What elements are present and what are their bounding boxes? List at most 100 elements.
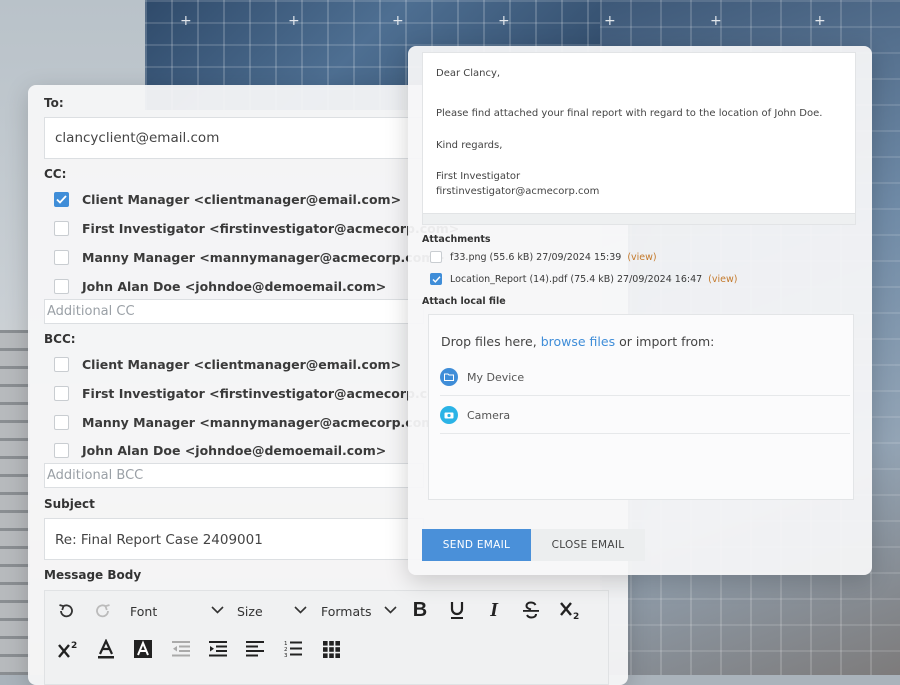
message-body-label: Message Body: [44, 568, 142, 582]
checkbox-icon[interactable]: [54, 220, 69, 236]
drop-text-prefix: Drop files here,: [441, 334, 541, 349]
signature-email: firstinvestigator@acmecorp.com: [436, 186, 600, 197]
close-email-button[interactable]: CLOSE EMAIL: [531, 529, 645, 561]
cc-recipient-label: Client Manager <clientmanager@email.com>: [82, 191, 402, 207]
source-camera[interactable]: Camera: [440, 397, 850, 434]
bcc-recipient-label: Client Manager <clientmanager@email.com>: [82, 356, 402, 372]
underline-icon[interactable]: [445, 597, 469, 623]
decor-plus-icon: +: [604, 13, 616, 29]
decor-plus-icon: +: [814, 13, 826, 29]
text-color-icon[interactable]: [94, 636, 118, 662]
attachment-row[interactable]: Location_Report (14).pdf (75.4 kB) 27/09…: [430, 273, 737, 285]
cc-recipient-row[interactable]: First Investigator <firstinvestigator@ac…: [54, 218, 459, 238]
background-building-left: [0, 330, 30, 675]
svg-text:2: 2: [71, 641, 77, 651]
bcc-recipient-label: Manny Manager <mannymanager@acmecorp.com…: [82, 414, 445, 430]
checkbox-icon[interactable]: [54, 249, 69, 265]
outdent-icon[interactable]: [169, 636, 193, 662]
svg-text:2: 2: [573, 612, 579, 621]
chevron-down-icon[interactable]: [381, 601, 399, 619]
source-label: Camera: [467, 408, 511, 422]
subject-input[interactable]: Re: Final Report Case 2409001: [44, 518, 424, 560]
checkbox-icon[interactable]: [54, 385, 69, 401]
drop-text-suffix: or import from:: [615, 334, 715, 349]
bcc-recipient-row[interactable]: First Investigator <firstinvestigator@ac…: [54, 383, 459, 403]
message-line: Please find attached your final report w…: [436, 108, 823, 119]
decor-plus-icon: +: [180, 13, 192, 29]
subject-label: Subject: [44, 497, 95, 511]
checkbox-icon[interactable]: [54, 442, 69, 458]
cc-recipient-label: First Investigator <firstinvestigator@ac…: [82, 220, 460, 236]
cc-label: CC:: [44, 167, 67, 181]
attachment-view-link[interactable]: (view): [708, 274, 737, 285]
redo-icon[interactable]: [92, 600, 114, 622]
message-body-editor[interactable]: Dear Clancy, Please find attached your f…: [422, 52, 856, 214]
file-drop-zone[interactable]: Drop files here, browse files or import …: [428, 314, 854, 500]
additional-bcc-placeholder: Additional BCC: [47, 468, 144, 483]
strikethrough-icon[interactable]: [519, 597, 543, 623]
additional-cc-placeholder: Additional CC: [47, 304, 135, 319]
browse-files-link[interactable]: browse files: [541, 334, 615, 349]
bcc-recipient-label: John Alan Doe <johndoe@demoemail.com>: [82, 442, 387, 458]
bcc-recipient-label: First Investigator <firstinvestigator@ac…: [82, 385, 460, 401]
source-my-device[interactable]: My Device: [440, 359, 850, 396]
cc-recipient-row[interactable]: Manny Manager <mannymanager@acmecorp.com…: [54, 247, 445, 267]
decor-plus-icon: +: [498, 13, 510, 29]
indent-icon[interactable]: [206, 636, 230, 662]
font-dropdown-label[interactable]: Font: [130, 604, 157, 619]
decor-plus-icon: +: [288, 13, 300, 29]
numbered-list-icon[interactable]: 123: [281, 636, 305, 662]
decor-plus-icon: +: [392, 13, 404, 29]
checkbox-icon[interactable]: [54, 278, 69, 294]
to-label: To:: [44, 96, 64, 110]
bcc-recipient-row[interactable]: Manny Manager <mannymanager@acmecorp.com…: [54, 412, 445, 432]
checkbox-checked-icon[interactable]: [54, 191, 69, 207]
bcc-recipient-row[interactable]: John Alan Doe <johndoe@demoemail.com>: [54, 440, 386, 460]
cc-recipient-row[interactable]: John Alan Doe <johndoe@demoemail.com>: [54, 276, 386, 296]
signature-name: First Investigator: [436, 171, 521, 182]
svg-text:3: 3: [284, 653, 288, 658]
attachment-name: Location_Report (14).pdf (75.4 kB) 27/09…: [450, 273, 703, 285]
attachment-view-link[interactable]: (view): [627, 252, 656, 263]
attachment-name: f33.png (55.6 kB) 27/09/2024 15:39: [450, 251, 622, 263]
editor-toolbar: Font Size Formats B I 2 2 1 2 3: [44, 590, 609, 685]
subscript-icon[interactable]: 2: [557, 597, 585, 623]
send-email-button[interactable]: SEND EMAIL: [422, 529, 531, 561]
chevron-down-icon[interactable]: [208, 601, 226, 619]
superscript-icon[interactable]: 2: [55, 636, 83, 662]
align-left-icon[interactable]: [243, 636, 267, 662]
checkbox-icon[interactable]: [54, 414, 69, 430]
cc-recipient-label: Manny Manager <mannymanager@acmecorp.com…: [82, 249, 445, 265]
formats-dropdown-label[interactable]: Formats: [321, 604, 372, 619]
cc-recipient-label: John Alan Doe <johndoe@demoemail.com>: [82, 278, 387, 294]
background-color-icon[interactable]: [131, 636, 155, 662]
to-value: clancyclient@email.com: [55, 130, 220, 146]
folder-icon: [440, 368, 458, 386]
additional-cc-input[interactable]: Additional CC: [44, 299, 424, 324]
drop-instructions: Drop files here, browse files or import …: [441, 334, 714, 349]
editor-status-bar: [422, 214, 856, 225]
decor-plus-icon: +: [710, 13, 722, 29]
cc-recipient-row[interactable]: Client Manager <clientmanager@email.com>: [54, 189, 401, 209]
bcc-recipient-row[interactable]: Client Manager <clientmanager@email.com>: [54, 354, 401, 374]
bcc-label: BCC:: [44, 332, 76, 346]
bold-icon[interactable]: B: [408, 597, 432, 623]
to-input[interactable]: clancyclient@email.com: [44, 117, 424, 159]
message-panel: Dear Clancy, Please find attached your f…: [408, 46, 872, 575]
additional-bcc-input[interactable]: Additional BCC: [44, 463, 424, 488]
message-greeting: Dear Clancy,: [436, 68, 501, 79]
undo-icon[interactable]: [55, 600, 77, 622]
size-dropdown-label[interactable]: Size: [237, 604, 263, 619]
italic-icon[interactable]: I: [482, 597, 506, 623]
attachment-row[interactable]: f33.png (55.6 kB) 27/09/2024 15:39 (view…: [430, 251, 657, 263]
checkbox-checked-icon[interactable]: [430, 273, 442, 285]
camera-icon: [440, 406, 458, 424]
chevron-down-icon[interactable]: [291, 601, 309, 619]
message-closing: Kind regards,: [436, 140, 503, 151]
checkbox-icon[interactable]: [54, 356, 69, 372]
source-label: My Device: [467, 370, 525, 384]
attachments-label: Attachments: [422, 234, 491, 245]
checkbox-icon[interactable]: [430, 251, 442, 263]
attach-local-label: Attach local file: [422, 296, 506, 307]
table-icon[interactable]: [319, 636, 343, 662]
